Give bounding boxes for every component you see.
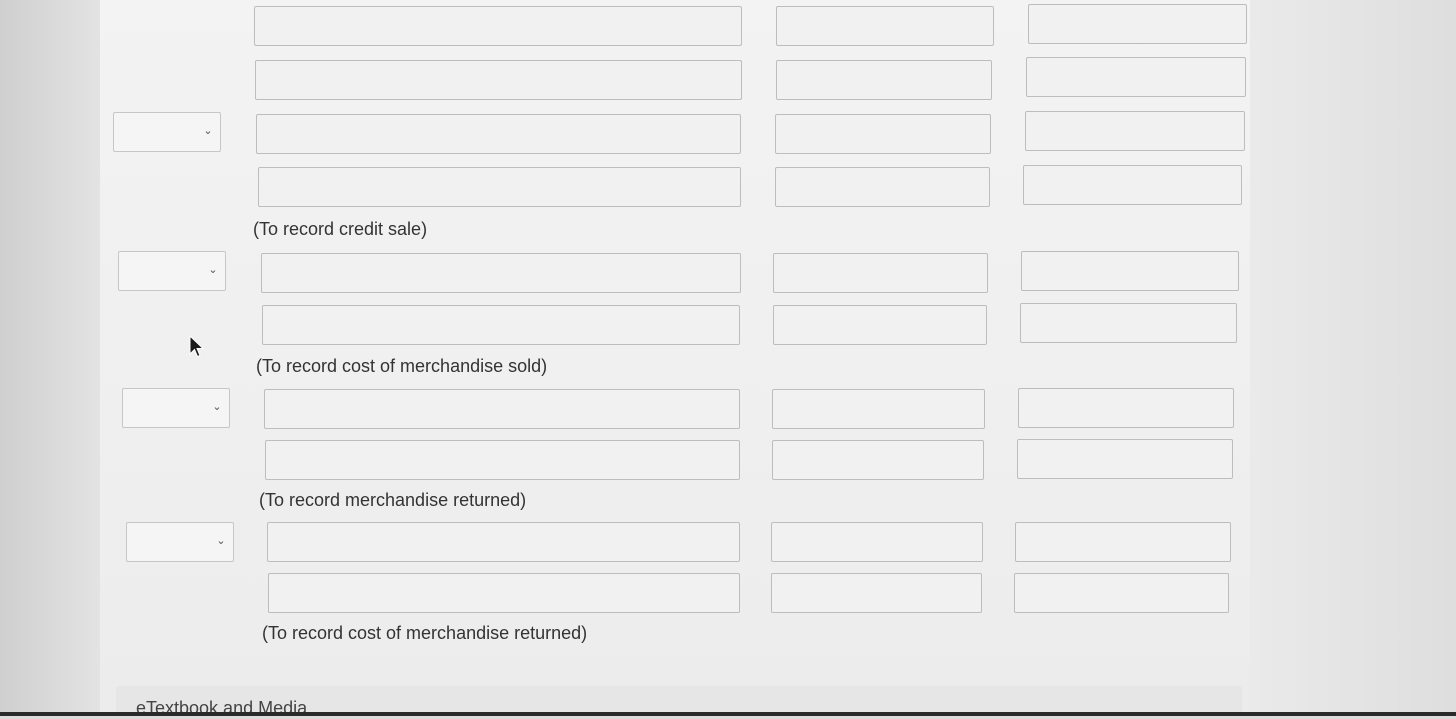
account-title-field[interactable] [262,305,740,345]
debit-field[interactable] [771,522,983,562]
entry-description: (To record cost of merchandise sold) [256,356,548,376]
left-margin [0,0,100,716]
chevron-down-icon: ⌄ [208,264,218,276]
debit-field[interactable] [772,440,984,480]
debit-field[interactable] [776,60,992,100]
credit-field[interactable] [1015,522,1231,562]
chevron-down-icon: ⌄ [216,535,226,547]
account-title-field[interactable] [265,440,740,480]
date-select[interactable]: ⌄ [122,388,230,428]
account-title-field[interactable] [256,114,741,154]
chevron-down-icon: ⌄ [212,401,222,413]
account-title-field[interactable] [255,60,742,100]
debit-field[interactable] [772,389,985,429]
account-title-field[interactable] [261,253,741,293]
entry-description: (To record credit sale) [253,219,428,239]
debit-field[interactable] [775,167,990,207]
entry-description: (To record merchandise returned) [259,490,527,510]
account-title-field[interactable] [267,522,740,562]
mouse-cursor-icon [189,335,205,358]
credit-field[interactable] [1025,111,1245,151]
credit-field[interactable] [1028,4,1247,44]
account-title-field[interactable] [254,6,742,46]
entry-description: (To record cost of merchandise returned) [262,623,588,643]
credit-field[interactable] [1023,165,1242,205]
screen-bezel [0,712,1456,716]
date-select[interactable]: ⌄ [126,522,234,562]
right-margin [1250,0,1456,716]
chevron-down-icon: ⌄ [203,125,213,137]
credit-field[interactable] [1014,573,1229,613]
account-title-field[interactable] [264,389,740,429]
credit-field[interactable] [1021,251,1239,291]
debit-field[interactable] [773,253,988,293]
account-title-field[interactable] [258,167,741,207]
credit-field[interactable] [1026,57,1246,97]
debit-field[interactable] [773,305,987,345]
account-title-field[interactable] [268,573,740,613]
credit-field[interactable] [1017,439,1233,479]
credit-field[interactable] [1020,303,1237,343]
date-select[interactable]: ⌄ [113,112,221,152]
debit-field[interactable] [775,114,991,154]
date-select[interactable]: ⌄ [118,251,226,291]
debit-field[interactable] [776,6,994,46]
credit-field[interactable] [1018,388,1234,428]
debit-field[interactable] [771,573,982,613]
